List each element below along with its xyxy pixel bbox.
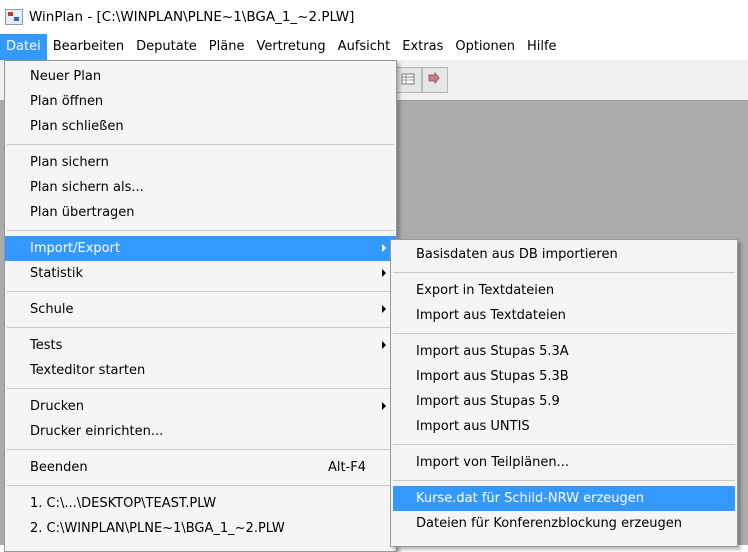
menu-item-import-export[interactable]: Import/Export	[5, 236, 396, 261]
menu-plaene[interactable]: Pläne	[203, 34, 251, 60]
menu-item-statistik[interactable]: Statistik	[5, 261, 396, 286]
menu-extras[interactable]: Extras	[396, 34, 449, 60]
menu-item-plan-oeffnen[interactable]: Plan öffnen	[5, 89, 396, 114]
menu-item-basisdaten-import[interactable]: Basisdaten aus DB importieren	[391, 242, 737, 267]
menu-separator	[7, 230, 394, 231]
arrow-icon	[428, 72, 440, 85]
menu-item-texteditor[interactable]: Texteditor starten	[5, 358, 396, 383]
menu-item-plan-uebertragen[interactable]: Plan übertragen	[5, 200, 396, 225]
menu-separator	[7, 449, 394, 450]
menu-item-tests[interactable]: Tests	[5, 333, 396, 358]
menu-item-import-teilplaene[interactable]: Import von Teilplänen...	[391, 450, 737, 475]
menu-datei[interactable]: Datei	[0, 34, 47, 60]
menu-bearbeiten[interactable]: Bearbeiten	[47, 34, 130, 60]
menu-item-recent-1[interactable]: 1. C:\...\DESKTOP\TEAST.PLW	[5, 491, 396, 516]
winplan-app-icon[interactable]	[5, 9, 23, 25]
menu-item-drucken[interactable]: Drucken	[5, 394, 396, 419]
menu-item-konferenzblockung[interactable]: Dateien für Konferenzblockung erzeugen	[391, 511, 737, 536]
submenu-arrow-icon	[382, 341, 386, 349]
menu-item-import-stupas-59[interactable]: Import aus Stupas 5.9	[391, 389, 737, 414]
shortcut-label: Alt-F4	[327, 460, 366, 475]
menu-item-label: Drucken	[30, 399, 85, 414]
submenu-arrow-icon	[382, 269, 386, 277]
menu-item-plan-sichern[interactable]: Plan sichern	[5, 150, 396, 175]
submenu-arrow-icon	[382, 402, 386, 410]
menu-item-drucker-einrichten[interactable]: Drucker einrichten...	[5, 419, 396, 444]
menu-item-schule[interactable]: Schule	[5, 297, 396, 322]
toolbar-table-button[interactable]	[396, 67, 422, 93]
menu-item-import-textdateien[interactable]: Import aus Textdateien	[391, 303, 737, 328]
menu-item-recent-2[interactable]: 2. C:\WINPLAN\PLNE~1\BGA_1_~2.PLW	[5, 516, 396, 541]
menu-separator	[7, 327, 394, 328]
menu-bar: Datei Bearbeiten Deputate Pläne Vertretu…	[0, 34, 748, 60]
menu-aufsicht[interactable]: Aufsicht	[332, 34, 397, 60]
menu-separator	[7, 291, 394, 292]
menu-item-import-stupas-53b[interactable]: Import aus Stupas 5.3B	[391, 364, 737, 389]
menu-separator	[393, 480, 735, 481]
table-icon	[401, 73, 415, 85]
menu-separator	[7, 144, 394, 145]
import-export-submenu: Basisdaten aus DB importieren Export in …	[390, 239, 738, 547]
datei-dropdown-menu: Neuer Plan Plan öffnen Plan schließen Pl…	[4, 60, 397, 552]
menu-hilfe[interactable]: Hilfe	[521, 34, 563, 60]
submenu-arrow-icon	[382, 305, 386, 313]
menu-item-label: Import/Export	[30, 241, 121, 256]
menu-item-import-untis[interactable]: Import aus UNTIS	[391, 414, 737, 439]
menu-separator	[7, 485, 394, 486]
title-bar: WinPlan - [C:\WINPLAN\PLNE~1\BGA_1_~2.PL…	[0, 0, 748, 34]
menu-item-export-textdateien[interactable]: Export in Textdateien	[391, 278, 737, 303]
menu-separator	[7, 388, 394, 389]
menu-separator	[393, 444, 735, 445]
window-title: WinPlan - [C:\WINPLAN\PLNE~1\BGA_1_~2.PL…	[29, 9, 355, 25]
menu-item-kurse-schild-nrw[interactable]: Kurse.dat für Schild-NRW erzeugen	[393, 486, 735, 511]
menu-item-beenden[interactable]: Beenden Alt-F4	[5, 455, 396, 480]
menu-item-label: Statistik	[30, 266, 84, 281]
menu-separator	[393, 333, 735, 334]
menu-item-plan-sichern-als[interactable]: Plan sichern als...	[5, 175, 396, 200]
menu-item-label: Beenden	[30, 460, 88, 475]
menu-optionen[interactable]: Optionen	[449, 34, 521, 60]
menu-item-neuer-plan[interactable]: Neuer Plan	[5, 64, 396, 89]
toolbar-arrow-button[interactable]	[422, 67, 448, 93]
menu-deputate[interactable]: Deputate	[130, 34, 203, 60]
submenu-arrow-icon	[382, 244, 386, 252]
menu-item-import-stupas-53a[interactable]: Import aus Stupas 5.3A	[391, 339, 737, 364]
menu-separator	[393, 272, 735, 273]
menu-item-plan-schliessen[interactable]: Plan schließen	[5, 114, 396, 139]
menu-item-label: Schule	[30, 302, 74, 317]
menu-item-label: Tests	[30, 338, 63, 353]
menu-vertretung[interactable]: Vertretung	[250, 34, 331, 60]
